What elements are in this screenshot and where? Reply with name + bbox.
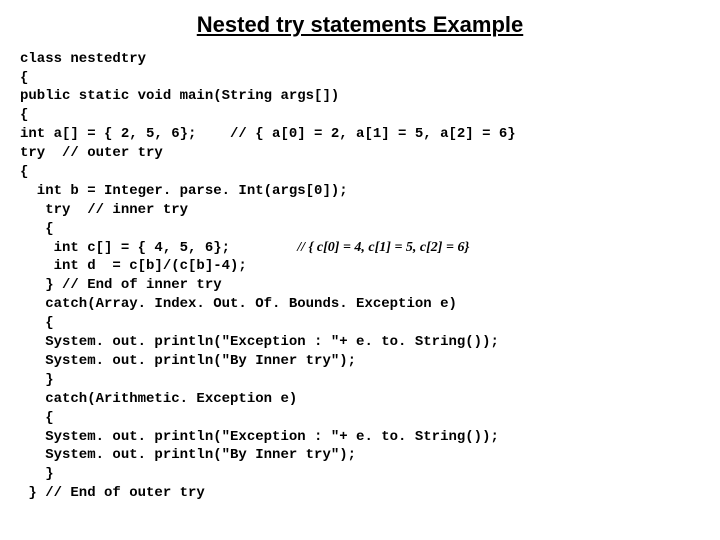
code-line: int d = c[b]/(c[b]-4);: [20, 257, 700, 276]
code-line: {: [20, 409, 700, 428]
code-line: System. out. println("Exception : "+ e. …: [20, 428, 700, 447]
code-line: class nestedtry: [20, 50, 700, 69]
code-line: } // End of outer try: [20, 484, 700, 503]
code-text: int c[] = { 4, 5, 6};: [20, 240, 297, 256]
slide-title: Nested try statements Example: [20, 10, 700, 40]
code-line: }: [20, 371, 700, 390]
code-line: catch(Arithmetic. Exception e): [20, 390, 700, 409]
code-line: int b = Integer. parse. Int(args[0]);: [20, 182, 700, 201]
code-line: catch(Array. Index. Out. Of. Bounds. Exc…: [20, 295, 700, 314]
code-line: {: [20, 106, 700, 125]
code-line: {: [20, 314, 700, 333]
code-line: {: [20, 69, 700, 88]
code-line: System. out. println("By Inner try");: [20, 352, 700, 371]
code-comment: // { c[0] = 4, c[1] = 5, c[2] = 6}: [297, 240, 469, 255]
code-line: int c[] = { 4, 5, 6}; // { c[0] = 4, c[1…: [20, 239, 700, 258]
code-line: int a[] = { 2, 5, 6}; // { a[0] = 2, a[1…: [20, 125, 700, 144]
code-line: public static void main(String args[]): [20, 87, 700, 106]
code-line: System. out. println("By Inner try");: [20, 446, 700, 465]
code-line: System. out. println("Exception : "+ e. …: [20, 333, 700, 352]
code-block: class nestedtry { public static void mai…: [20, 50, 700, 503]
code-line: }: [20, 465, 700, 484]
code-line: {: [20, 220, 700, 239]
code-line: try // inner try: [20, 201, 700, 220]
code-line: {: [20, 163, 700, 182]
code-line: try // outer try: [20, 144, 700, 163]
code-line: } // End of inner try: [20, 276, 700, 295]
